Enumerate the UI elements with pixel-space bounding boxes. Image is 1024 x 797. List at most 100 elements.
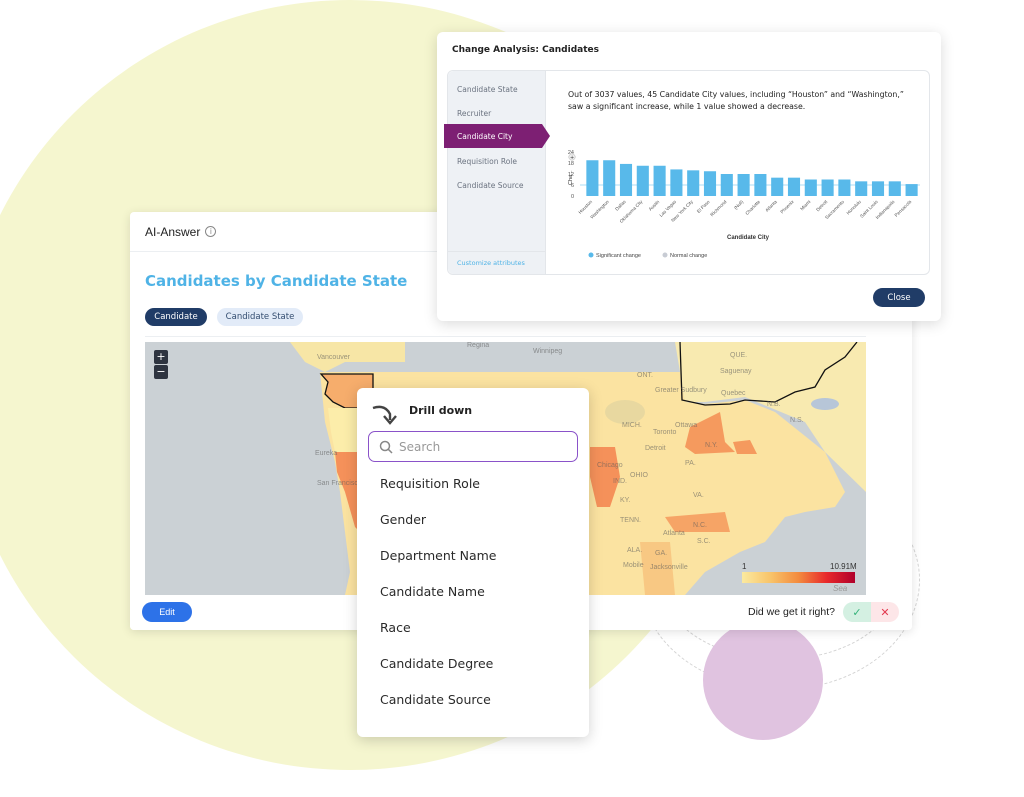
x-tick-label: Honolulu (846, 199, 863, 216)
x-tick-label: Detroit (815, 199, 829, 213)
y-tick-label: 18 (568, 161, 574, 167)
check-icon: ✓ (852, 605, 862, 619)
thumbs-up-check-button[interactable]: ✓ (843, 602, 871, 622)
change-bar-chart: 06121824Cha...+HoustonWashington DallasOk… (568, 150, 920, 259)
zoom-in-button[interactable]: + (154, 350, 168, 364)
stage: AI-Answer i Candidates by Candidate Stat… (0, 0, 1024, 797)
map-label: Toronto (653, 429, 677, 436)
map-label: San Francisco (317, 480, 362, 487)
map-label: Saguenay (720, 368, 752, 375)
customize-attributes-link[interactable]: Customize attributes (448, 251, 546, 274)
axis-toggle-glyph: + (570, 155, 574, 161)
search-input[interactable] (399, 439, 569, 454)
background-purple-circle (703, 620, 823, 740)
map-label: Winnipeg (533, 348, 563, 355)
x-tick-label: Pensacola (894, 199, 913, 218)
map-label: OHIO (630, 472, 648, 479)
x-tick-label: Houston (577, 199, 593, 215)
bar (804, 179, 817, 196)
attribute-candidate-state[interactable]: Candidate State (457, 85, 518, 94)
bar (619, 163, 633, 196)
gulf-st-lawrence (811, 398, 839, 410)
legend-marker (588, 252, 594, 258)
legend-max: 10.91M (830, 562, 857, 571)
bar (653, 165, 666, 196)
map-label: S.C. (697, 538, 711, 545)
ai-answer-title: AI-Answer (145, 224, 201, 239)
drill-item-race[interactable]: Race (380, 620, 411, 635)
bar (670, 169, 683, 196)
reject-button[interactable]: ✕ (871, 602, 899, 622)
map-label: KY. (620, 497, 631, 504)
map-label: VA. (693, 492, 704, 499)
close-button[interactable]: Close (873, 288, 925, 307)
bar (855, 181, 868, 196)
map-label: Ottawa (675, 422, 698, 429)
map-label: Chicago (597, 462, 623, 469)
drill-item-candidate-degree[interactable]: Candidate Degree (380, 656, 493, 671)
drill-down-menu: Drill down Requisition Role Gender Depar… (357, 388, 589, 737)
x-tick-label: Atlanta (764, 199, 778, 213)
bar (603, 160, 616, 196)
drill-item-department-name[interactable]: Department Name (380, 548, 497, 563)
legend-label: Significant change (596, 253, 641, 259)
x-axis-label: Candidate City (727, 235, 770, 241)
map-label: N.B. (767, 401, 781, 408)
zoom-out-button[interactable]: − (154, 365, 168, 379)
change-summary: Out of 3037 values, 45 Candidate City va… (568, 90, 904, 111)
chip-candidate-state[interactable]: Candidate State (217, 308, 303, 326)
map-label: Regina (467, 342, 490, 349)
drill-down-arrow-icon (372, 405, 397, 425)
map-label: Quebec (721, 390, 746, 397)
legend-color-scale (742, 572, 855, 583)
chart-title: Candidates by Candidate State (145, 272, 408, 290)
x-tick-label: (Null) (733, 199, 745, 211)
change-analysis-panel: Candidate State Recruiter Requisition Ro… (444, 70, 930, 275)
edit-button[interactable]: Edit (142, 602, 192, 622)
x-tick-label: Phoenix (779, 199, 795, 215)
map-label: MICH. (622, 422, 642, 429)
drill-item-candidate-source[interactable]: Candidate Source (380, 692, 491, 707)
chip-candidate[interactable]: Candidate (145, 308, 207, 326)
dialog-title: Change Analysis: Candidates (452, 45, 599, 55)
bar (838, 179, 851, 196)
attribute-sidebar: Candidate State Recruiter Requisition Ro… (448, 71, 546, 274)
map-label: Vancouver (317, 354, 350, 361)
attribute-recruiter[interactable]: Recruiter (457, 109, 491, 118)
drill-search-box[interactable] (368, 431, 578, 462)
bar (787, 177, 801, 196)
map-label: ALA. (627, 547, 643, 554)
bar (636, 165, 649, 196)
map-label: GA. (655, 550, 668, 557)
change-analysis-dialog: Change Analysis: Candidates Candidate St… (437, 32, 941, 321)
bar (771, 177, 784, 196)
legend-marker (662, 252, 668, 258)
x-tick-label: Dallas (614, 199, 627, 212)
map-label: Eureka (315, 450, 338, 457)
x-tick-label: Austin (648, 199, 661, 212)
attribute-requisition-role[interactable]: Requisition Role (457, 157, 517, 166)
map-label: QUE. (730, 352, 748, 359)
map-label: N.C. (693, 522, 707, 529)
divider (145, 336, 866, 337)
x-tick-label: El Paso (696, 199, 711, 214)
map-label: TENN. (620, 517, 641, 524)
attribute-candidate-city-active[interactable]: Candidate City (444, 124, 550, 148)
x-tick-label: Charlotte (744, 199, 761, 216)
drill-item-candidate-name[interactable]: Candidate Name (380, 584, 485, 599)
map-label: Mobile (623, 562, 644, 569)
x-tick-label: Miami (799, 199, 811, 211)
bar (888, 181, 901, 196)
y-tick-label: 0 (571, 194, 574, 200)
map-label: N.S. (790, 417, 804, 424)
drill-item-requisition-role[interactable]: Requisition Role (380, 476, 480, 491)
bar (905, 184, 918, 196)
search-icon (379, 440, 393, 454)
attribute-candidate-source[interactable]: Candidate Source (457, 181, 524, 190)
x-tick-label: Washington (589, 199, 610, 220)
bar (871, 181, 885, 196)
y-axis-label: Cha... (568, 170, 574, 185)
info-icon[interactable]: i (205, 226, 217, 237)
drill-item-gender[interactable]: Gender (380, 512, 426, 527)
water-label: Sea (833, 584, 848, 593)
